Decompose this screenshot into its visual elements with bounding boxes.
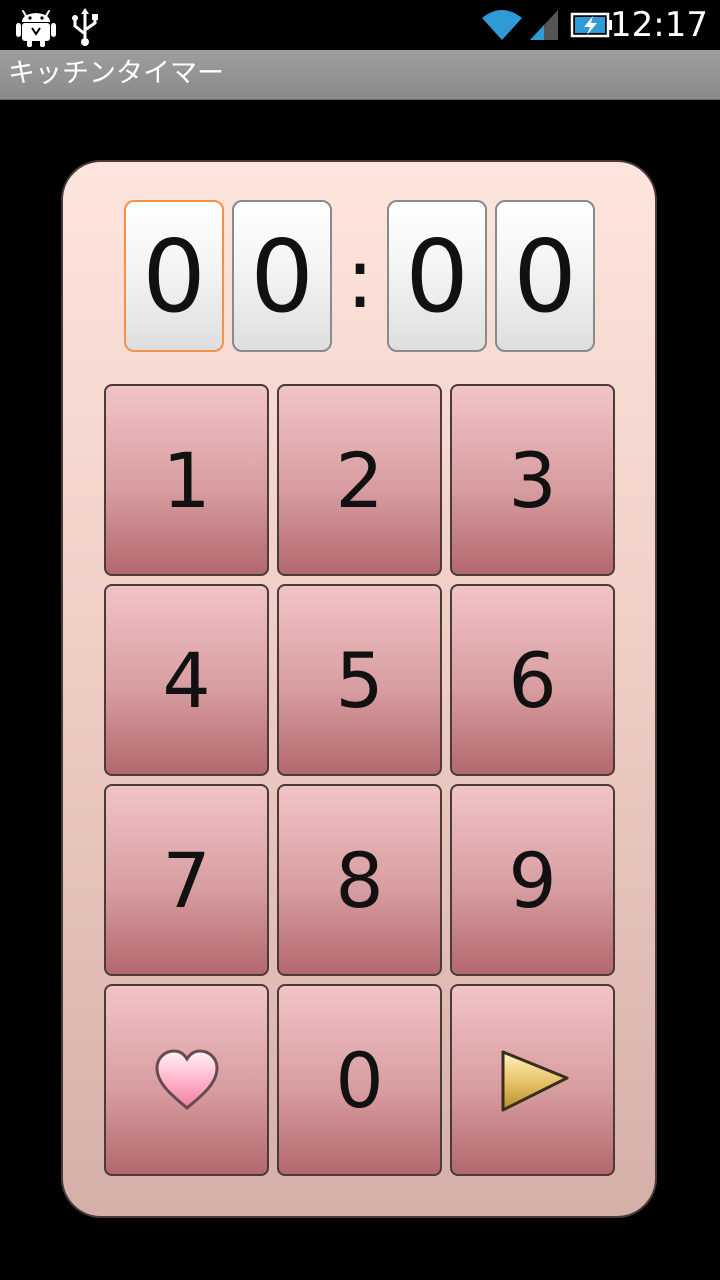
battery-charging-icon [570, 12, 612, 38]
play-icon [501, 1050, 569, 1112]
key-0[interactable]: 0 [277, 984, 442, 1176]
key-7[interactable]: 7 [104, 784, 269, 976]
title-bar: キッチンタイマー [0, 50, 720, 100]
key-1[interactable]: 1 [104, 384, 269, 576]
time-separator: : [345, 229, 375, 327]
key-6[interactable]: 6 [450, 584, 615, 776]
wifi-icon [482, 10, 522, 40]
key-4[interactable]: 4 [104, 584, 269, 776]
seconds-ones-digit[interactable]: 0 [495, 200, 595, 352]
key-3[interactable]: 3 [450, 384, 615, 576]
app-title: キッチンタイマー [8, 58, 224, 89]
minutes-ones-digit[interactable]: 0 [232, 200, 332, 352]
favorite-button[interactable] [104, 984, 269, 1176]
heart-icon [155, 1049, 219, 1110]
key-9[interactable]: 9 [450, 784, 615, 976]
cell-signal-icon [530, 10, 558, 40]
key-2[interactable]: 2 [277, 384, 442, 576]
android-debug-icon [16, 10, 56, 47]
minutes-tens-digit[interactable]: 0 [124, 200, 224, 352]
seconds-tens-digit[interactable]: 0 [387, 200, 487, 352]
key-8[interactable]: 8 [277, 784, 442, 976]
status-bar: 12:17 [0, 0, 720, 50]
start-button[interactable] [450, 984, 615, 1176]
status-time: 12:17 [610, 5, 708, 45]
key-5[interactable]: 5 [277, 584, 442, 776]
usb-icon [72, 8, 98, 46]
